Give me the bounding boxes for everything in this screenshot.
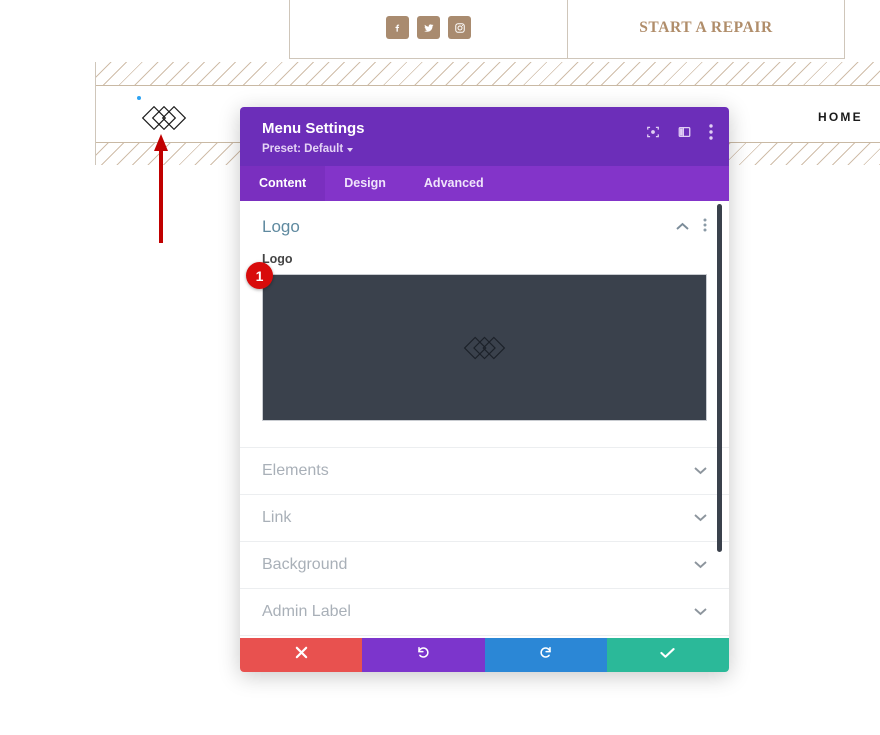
chevron-down-icon [694, 509, 707, 527]
layout-columns-icon[interactable] [677, 125, 692, 139]
tab-content[interactable]: Content [240, 166, 326, 201]
site-top-bar: START A REPAIR [289, 0, 845, 59]
annotation-arrow [153, 133, 169, 243]
site-logo[interactable] [137, 96, 188, 133]
modal-header: Menu Settings Preset: Default [240, 107, 729, 166]
kebab-menu-icon[interactable] [709, 124, 713, 140]
tab-advanced[interactable]: Advanced [405, 166, 503, 201]
chevron-down-icon [694, 462, 707, 480]
redo-icon [538, 645, 553, 665]
nav-item-home[interactable]: HOME [818, 110, 863, 124]
accordion-admin-label[interactable]: Admin Label [240, 588, 729, 636]
facebook-icon[interactable] [386, 16, 409, 39]
modal-header-titles: Menu Settings Preset: Default [262, 120, 365, 155]
logo-section-header[interactable]: Logo [240, 201, 729, 248]
fullscreen-icon[interactable] [646, 125, 660, 139]
redo-button[interactable] [484, 638, 607, 672]
modal-title: Menu Settings [262, 120, 365, 137]
chevron-down-icon [347, 148, 354, 152]
logo-preview-image [463, 336, 506, 359]
settings-accordion-list: Elements Link Background Admin Label [240, 447, 729, 636]
kebab-menu-icon[interactable] [703, 218, 707, 237]
undo-icon [416, 645, 431, 665]
accordion-elements[interactable]: Elements [240, 447, 729, 494]
accordion-link[interactable]: Link [240, 494, 729, 541]
preset-selector[interactable]: Preset: Default [262, 143, 365, 155]
instagram-icon[interactable] [448, 16, 471, 39]
close-icon [295, 646, 308, 664]
accordion-label: Background [262, 556, 348, 573]
chevron-down-icon [694, 603, 707, 621]
accordion-label: Admin Label [262, 603, 351, 620]
logo-section-tools [676, 218, 707, 237]
accordion-background[interactable]: Background [240, 541, 729, 588]
accordion-label: Link [262, 509, 292, 526]
modal-tabs: Content Design Advanced [240, 166, 729, 201]
start-repair-cell[interactable]: START A REPAIR [567, 0, 845, 59]
preset-label: Preset: Default [262, 143, 344, 155]
accordion-label: Elements [262, 462, 329, 479]
logo-upload-preview[interactable]: 1 [246, 262, 707, 421]
chevron-up-icon[interactable] [676, 218, 689, 236]
twitter-icon[interactable] [417, 16, 440, 39]
save-button[interactable] [606, 638, 729, 672]
modal-footer [240, 638, 729, 672]
cancel-button[interactable] [240, 638, 363, 672]
selection-dot-icon [137, 96, 141, 100]
tab-design[interactable]: Design [325, 166, 405, 201]
social-links [386, 16, 471, 39]
modal-header-actions [646, 120, 713, 140]
modal-body: Logo Logo 1 Elements Link Background Adm… [240, 201, 729, 638]
logo-section-title: Logo [262, 217, 300, 236]
social-links-cell [289, 0, 567, 59]
screen: START A REPAIR HOME Menu Settings Preset… [0, 0, 880, 735]
logo-field-label: Logo [262, 252, 293, 266]
start-repair-label: START A REPAIR [639, 18, 773, 36]
modal-scrollbar[interactable] [717, 204, 722, 552]
undo-button[interactable] [362, 638, 485, 672]
step-badge-1: 1 [246, 262, 273, 289]
menu-settings-modal[interactable]: Menu Settings Preset: Default Content De… [240, 107, 729, 672]
chevron-down-icon [694, 556, 707, 574]
check-icon [660, 646, 675, 664]
